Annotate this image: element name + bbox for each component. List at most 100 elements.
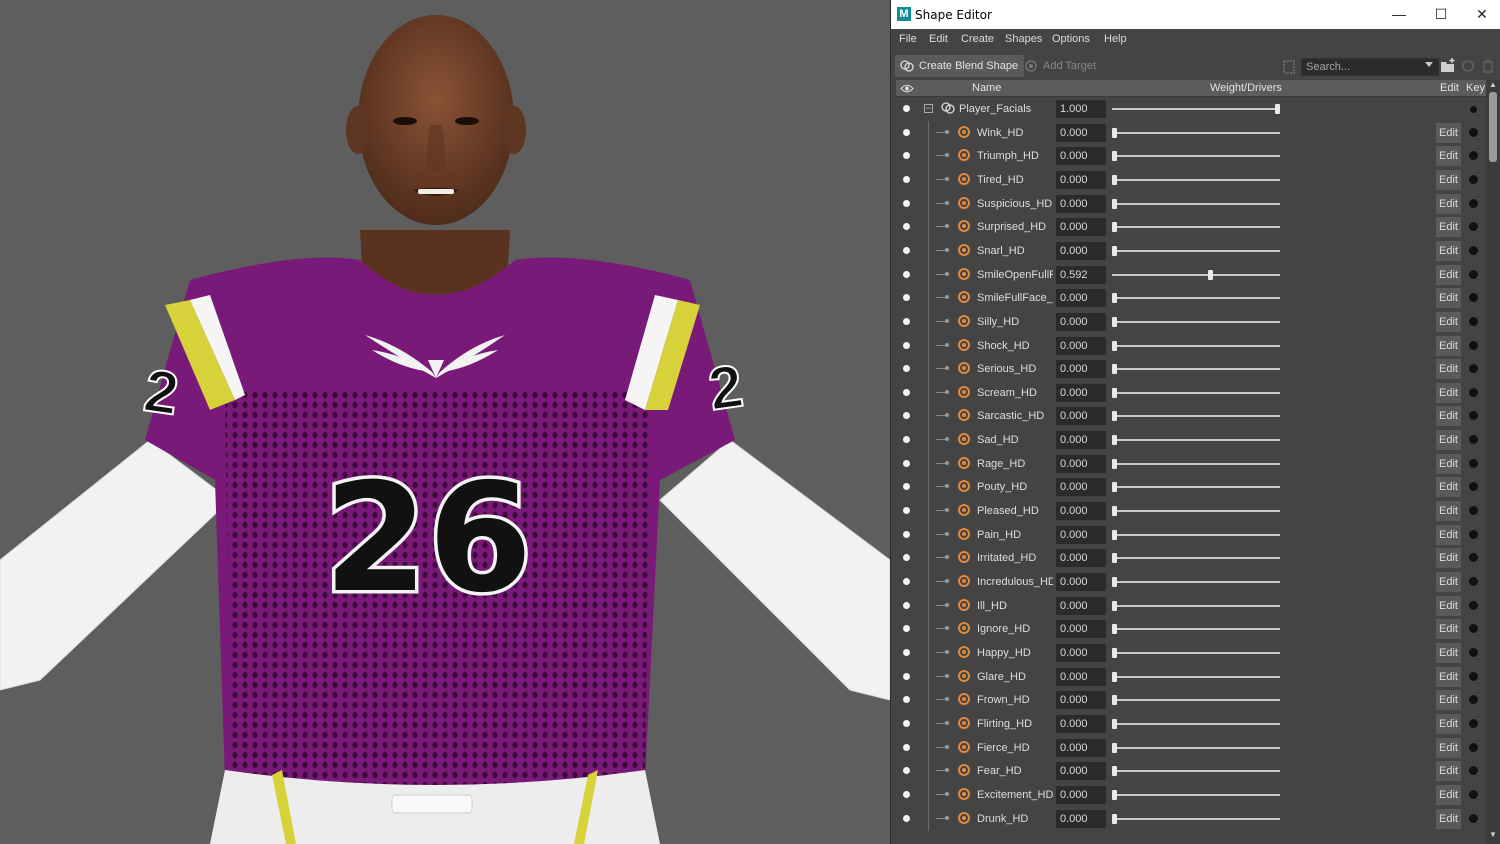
scroll-down-icon[interactable]: ▼ (1488, 830, 1498, 839)
visibility-toggle[interactable] (903, 767, 910, 775)
visibility-toggle[interactable] (903, 223, 910, 231)
visibility-toggle[interactable] (903, 554, 910, 562)
menu-shapes[interactable]: Shapes (1005, 33, 1042, 45)
target-weight-field[interactable]: 0.000 (1056, 170, 1106, 189)
target-weight-slider[interactable] (1112, 553, 1280, 564)
edit-target-button[interactable]: Edit (1436, 784, 1461, 805)
title-bar[interactable]: M Shape Editor — ☐ ✕ (891, 0, 1500, 29)
key-indicator[interactable] (1469, 340, 1478, 350)
slider-handle[interactable] (1208, 269, 1214, 280)
3d-viewport[interactable]: 2 2 26 (0, 0, 890, 844)
new-folder-icon[interactable] (1439, 57, 1457, 75)
edit-target-button[interactable]: Edit (1436, 690, 1461, 711)
target-weight-field[interactable]: 0.000 (1056, 691, 1106, 710)
visibility-toggle[interactable] (903, 175, 910, 183)
target-weight-field[interactable]: 0.000 (1056, 620, 1106, 639)
edit-target-button[interactable]: Edit (1436, 169, 1461, 190)
target-weight-field[interactable]: 0.000 (1056, 762, 1106, 781)
target-row[interactable]: Pleased_HD 0.000 Edit (896, 499, 1486, 524)
edit-target-button[interactable]: Edit (1436, 335, 1461, 356)
slider-handle[interactable] (1112, 577, 1117, 587)
target-row[interactable]: Drunk_HD 0.000 Edit (896, 806, 1486, 831)
slider-handle[interactable] (1112, 387, 1117, 398)
visibility-toggle[interactable] (903, 152, 910, 160)
target-weight-slider[interactable] (1112, 529, 1280, 540)
target-weight-slider[interactable] (1112, 458, 1280, 469)
target-weight-slider[interactable] (1112, 269, 1280, 280)
target-row[interactable]: Rage_HD 0.000 Edit (896, 451, 1486, 476)
target-row[interactable]: SmileOpenFullFace_HD0.592 Edit (896, 262, 1486, 287)
target-weight-slider[interactable] (1112, 506, 1280, 517)
target-weight-field[interactable]: 0.000 (1056, 573, 1106, 591)
target-row[interactable]: Fear_HD 0.000 Edit (896, 759, 1486, 784)
visibility-toggle[interactable] (903, 696, 910, 704)
visibility-toggle[interactable] (903, 625, 910, 633)
slider-handle[interactable] (1275, 104, 1280, 114)
edit-target-button[interactable]: Edit (1436, 146, 1461, 167)
target-weight-field[interactable]: 0.000 (1056, 643, 1106, 662)
target-row[interactable]: Excitement_HD 0.000 Edit (896, 782, 1486, 807)
edit-target-button[interactable]: Edit (1436, 642, 1461, 663)
key-indicator[interactable] (1469, 293, 1478, 303)
header-name[interactable]: Name (972, 82, 1001, 94)
slider-handle[interactable] (1112, 553, 1117, 564)
blend-shape-weight-field[interactable]: 1.000 (1056, 100, 1106, 118)
slider-handle[interactable] (1112, 647, 1117, 658)
key-indicator[interactable] (1469, 624, 1478, 634)
target-weight-field[interactable]: 0.000 (1056, 218, 1106, 237)
slider-handle[interactable] (1112, 624, 1117, 635)
target-weight-slider[interactable] (1112, 293, 1280, 304)
target-row[interactable]: Serious_HD 0.000 Edit (896, 357, 1486, 382)
search-input[interactable] (1301, 58, 1439, 76)
target-row[interactable]: Glare_HD 0.000 Edit (896, 664, 1486, 689)
slider-handle[interactable] (1112, 411, 1117, 422)
slider-handle[interactable] (1112, 316, 1117, 327)
target-row[interactable]: Sarcastic_HD 0.000 Edit (896, 404, 1486, 429)
key-indicator[interactable] (1469, 577, 1478, 586)
edit-target-button[interactable]: Edit (1436, 501, 1461, 522)
key-indicator[interactable] (1469, 198, 1478, 208)
edit-target-button[interactable]: Edit (1436, 595, 1461, 616)
target-row[interactable]: Flirting_HD 0.000 Edit (896, 711, 1486, 736)
edit-target-button[interactable]: Edit (1436, 311, 1461, 332)
target-weight-slider[interactable] (1112, 482, 1280, 493)
key-indicator[interactable] (1469, 600, 1478, 610)
edit-target-button[interactable]: Edit (1436, 713, 1461, 734)
refresh-icon[interactable] (1461, 59, 1475, 73)
slider-handle[interactable] (1112, 435, 1117, 446)
edit-target-button[interactable]: Edit (1436, 264, 1461, 285)
edit-target-button[interactable]: Edit (1436, 240, 1461, 261)
key-indicator[interactable] (1469, 647, 1478, 657)
edit-target-button[interactable]: Edit (1436, 288, 1461, 309)
key-indicator[interactable] (1469, 435, 1478, 445)
slider-handle[interactable] (1112, 600, 1117, 611)
target-weight-field[interactable]: 0.592 (1056, 265, 1106, 284)
target-row[interactable]: Tired_HD 0.000 Edit (896, 167, 1486, 192)
target-weight-field[interactable]: 0.000 (1056, 336, 1106, 355)
filter-icon[interactable] (1283, 60, 1295, 74)
visibility-toggle[interactable] (903, 341, 910, 349)
target-weight-field[interactable]: 0.000 (1056, 194, 1106, 213)
visibility-toggle[interactable] (903, 294, 910, 302)
target-weight-slider[interactable] (1112, 411, 1280, 422)
target-weight-slider[interactable] (1112, 600, 1280, 611)
target-weight-slider[interactable] (1112, 316, 1280, 327)
target-weight-field[interactable]: 0.000 (1056, 431, 1106, 450)
target-weight-field[interactable]: 0.000 (1056, 502, 1106, 521)
target-weight-field[interactable]: 0.000 (1056, 123, 1106, 142)
edit-target-button[interactable]: Edit (1436, 761, 1461, 782)
key-indicator[interactable] (1469, 458, 1478, 468)
slider-handle[interactable] (1112, 529, 1117, 540)
slider-handle[interactable] (1112, 482, 1117, 493)
edit-target-button[interactable]: Edit (1436, 122, 1461, 143)
slider-handle[interactable] (1112, 293, 1117, 304)
visibility-toggle[interactable] (903, 530, 910, 538)
edit-target-button[interactable]: Edit (1436, 572, 1461, 592)
edit-target-button[interactable]: Edit (1436, 548, 1461, 569)
target-weight-field[interactable]: 0.000 (1056, 147, 1106, 166)
target-weight-slider[interactable] (1112, 222, 1280, 233)
minimize-button[interactable]: — (1379, 0, 1419, 29)
target-row[interactable]: Shock_HD 0.000 Edit (896, 333, 1486, 358)
scroll-up-icon[interactable]: ▲ (1488, 80, 1498, 89)
target-weight-slider[interactable] (1112, 340, 1280, 351)
